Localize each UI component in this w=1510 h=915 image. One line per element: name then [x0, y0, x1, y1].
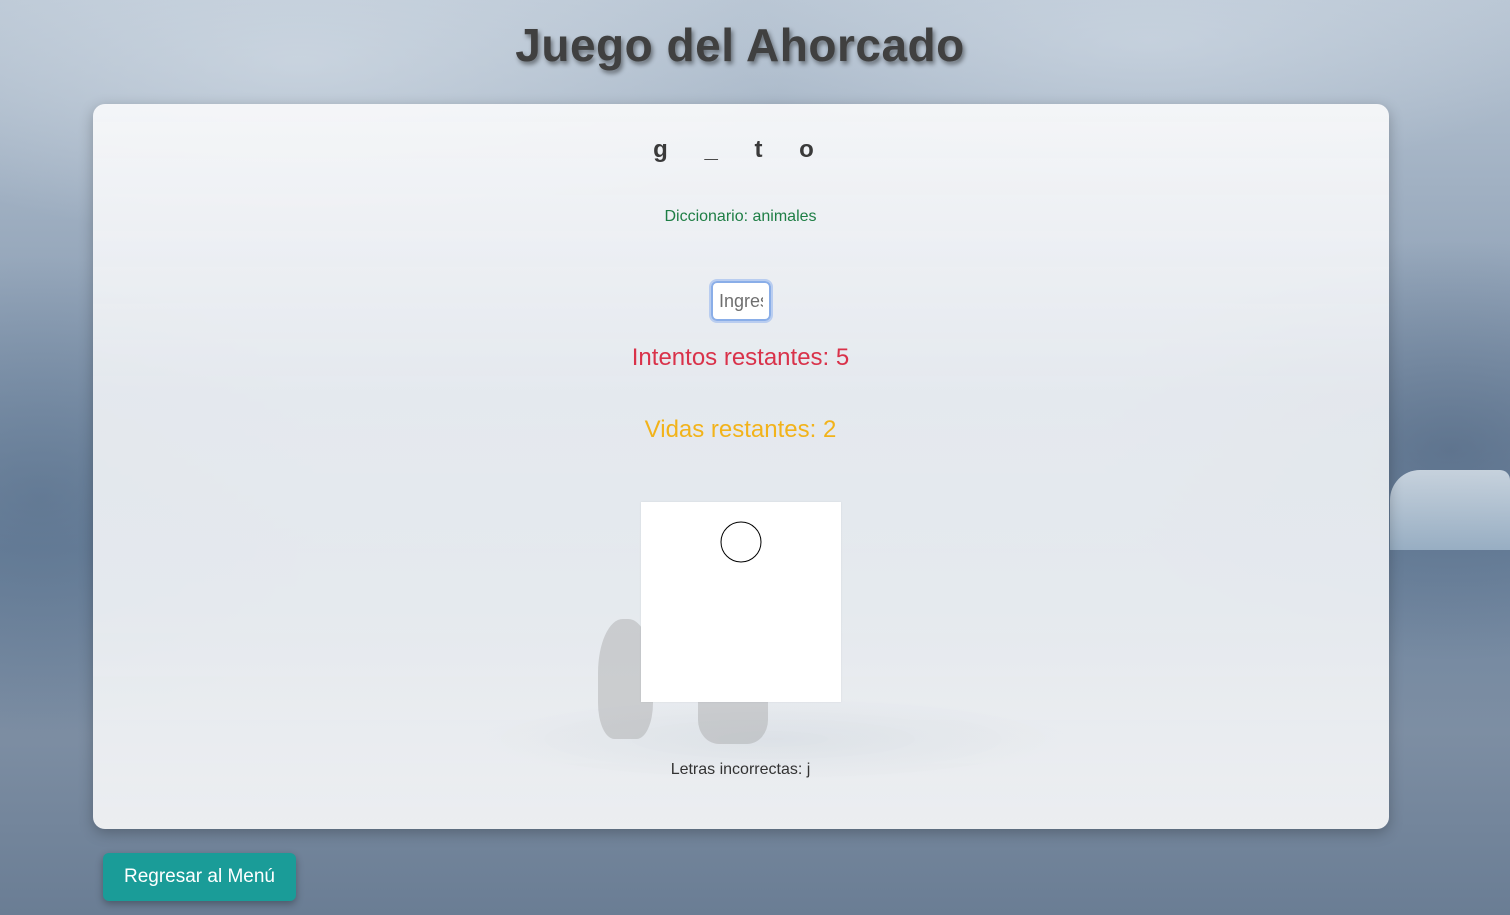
hangman-head: [720, 521, 762, 563]
page-title: Juego del Ahorcado: [515, 19, 965, 71]
word-display: g _ t o: [653, 136, 828, 163]
background-iceberg: [1390, 470, 1510, 550]
lives-remaining: Vidas restantes: 2: [644, 416, 837, 443]
attempts-remaining: Intentos restantes: 5: [631, 344, 850, 371]
wrong-letters: Letras incorrectas: j: [670, 761, 811, 778]
dictionary-label: Diccionario: animales: [664, 208, 817, 225]
back-to-menu-button[interactable]: Regresar al Menú: [103, 853, 296, 901]
hangman-canvas: [641, 502, 841, 702]
letter-input[interactable]: [709, 279, 773, 323]
